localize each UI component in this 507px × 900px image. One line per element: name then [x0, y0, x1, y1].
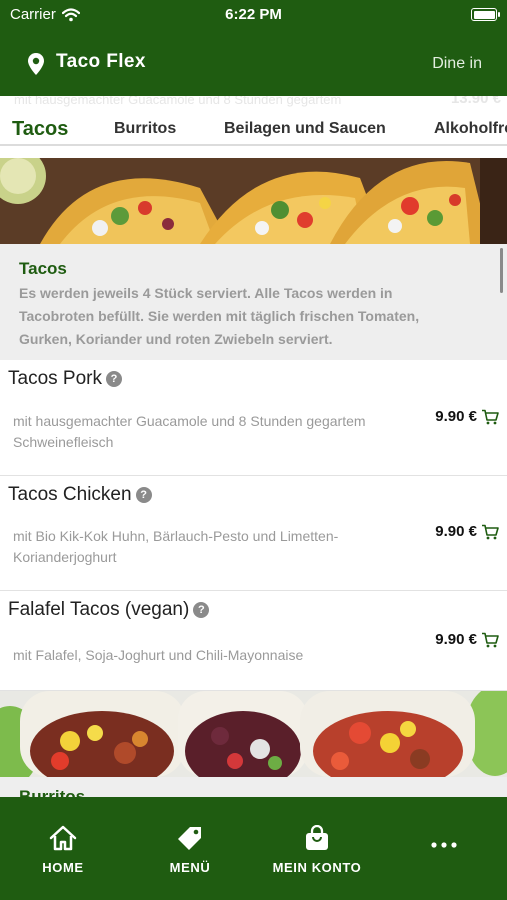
burritos-banner-image	[0, 691, 507, 777]
scrollbar[interactable]	[500, 248, 503, 293]
tabs-divider	[0, 144, 507, 146]
tab-tacos[interactable]: Tacos	[12, 118, 68, 141]
nav-account-label: MEIN KONTO	[272, 860, 362, 875]
app-screen: Carrier 6:22 PM Taco Flex Dine in mit ha…	[0, 0, 507, 900]
item-name: Falafel Tacos (vegan) ?	[8, 599, 210, 621]
restaurant-name[interactable]: Taco Flex	[56, 51, 146, 73]
app-header: Taco Flex Dine in	[0, 30, 507, 96]
item-description: mit Falafel, Soja-Joghurt und Chili-Mayo…	[13, 647, 304, 663]
tab-burritos[interactable]: Burritos	[114, 120, 176, 138]
item-description: mit Bio Kik-Kok Huhn, Bärlauch-Pesto und…	[13, 528, 339, 565]
item-price: 9.90 €	[435, 631, 477, 648]
status-time: 6:22 PM	[225, 6, 282, 23]
next-category-title: Burritos	[19, 787, 86, 797]
tab-alkoholfrei[interactable]: Alkoholfrei	[434, 120, 507, 138]
category-tabs: Tacos Burritos Beilagen und Saucen Alkoh…	[0, 110, 507, 146]
cart-icon[interactable]	[481, 524, 499, 540]
category-title: Tacos	[19, 259, 67, 278]
item-name-text: Falafel Tacos (vegan)	[8, 599, 190, 620]
battery-icon	[471, 8, 500, 21]
item-name: Tacos Chicken ?	[8, 484, 152, 506]
next-category-header: Burritos	[0, 777, 507, 797]
scrolled-row-ghost: mit hausgemachter Guacamole und 8 Stunde…	[0, 96, 507, 110]
info-icon[interactable]: ?	[135, 487, 152, 503]
menu-item[interactable]: Falafel Tacos (vegan) ? mit Falafel, Soj…	[0, 591, 507, 691]
tab-beilagen-und-saucen[interactable]: Beilagen und Saucen	[224, 120, 386, 138]
tacos-banner-image	[0, 158, 507, 244]
item-description: mit hausgemachter Guacamole und 8 Stunde…	[13, 413, 366, 450]
nav-menu[interactable]: MENÜ	[135, 825, 245, 875]
info-icon[interactable]: ?	[193, 602, 210, 618]
nav-more[interactable]	[389, 825, 499, 860]
cart-icon[interactable]	[481, 632, 499, 648]
menu-item[interactable]: Tacos Chicken ? mit Bio Kik-Kok Huhn, Bä…	[0, 476, 507, 591]
more-dots-icon	[431, 842, 457, 848]
cart-icon[interactable]	[481, 409, 499, 425]
nav-menu-label: MENÜ	[169, 860, 211, 875]
item-name-text: Tacos Pork	[8, 368, 102, 389]
category-description: Es werden jeweils 4 Stück serviert. Alle…	[19, 285, 420, 347]
ghost-price: 13.90 €	[450, 96, 501, 107]
location-pin-icon[interactable]	[27, 52, 45, 76]
category-header: Tacos Es werden jeweils 4 Stück serviert…	[0, 244, 507, 360]
nav-account[interactable]: MEIN KONTO	[262, 824, 372, 875]
menu-item[interactable]: Tacos Pork ? mit hausgemachter Guacamole…	[0, 360, 507, 476]
info-icon[interactable]: ?	[105, 371, 122, 387]
item-name: Tacos Pork ?	[8, 368, 122, 390]
item-name-text: Tacos Chicken	[8, 484, 132, 505]
bottom-navigation: HOME MENÜ MEIN KONTO	[0, 797, 507, 900]
nav-home-label: HOME	[42, 860, 84, 875]
tag-icon	[178, 827, 201, 850]
nav-home[interactable]: HOME	[8, 825, 118, 875]
home-icon	[49, 825, 77, 851]
item-price: 9.90 €	[435, 408, 477, 425]
shopping-bag-icon	[306, 824, 328, 850]
status-bar: Carrier 6:22 PM	[0, 0, 507, 30]
ghost-text: mit hausgemachter Guacamole und 8 Stunde…	[14, 96, 342, 107]
item-price: 9.90 €	[435, 523, 477, 540]
order-mode-button[interactable]: Dine in	[432, 55, 482, 73]
